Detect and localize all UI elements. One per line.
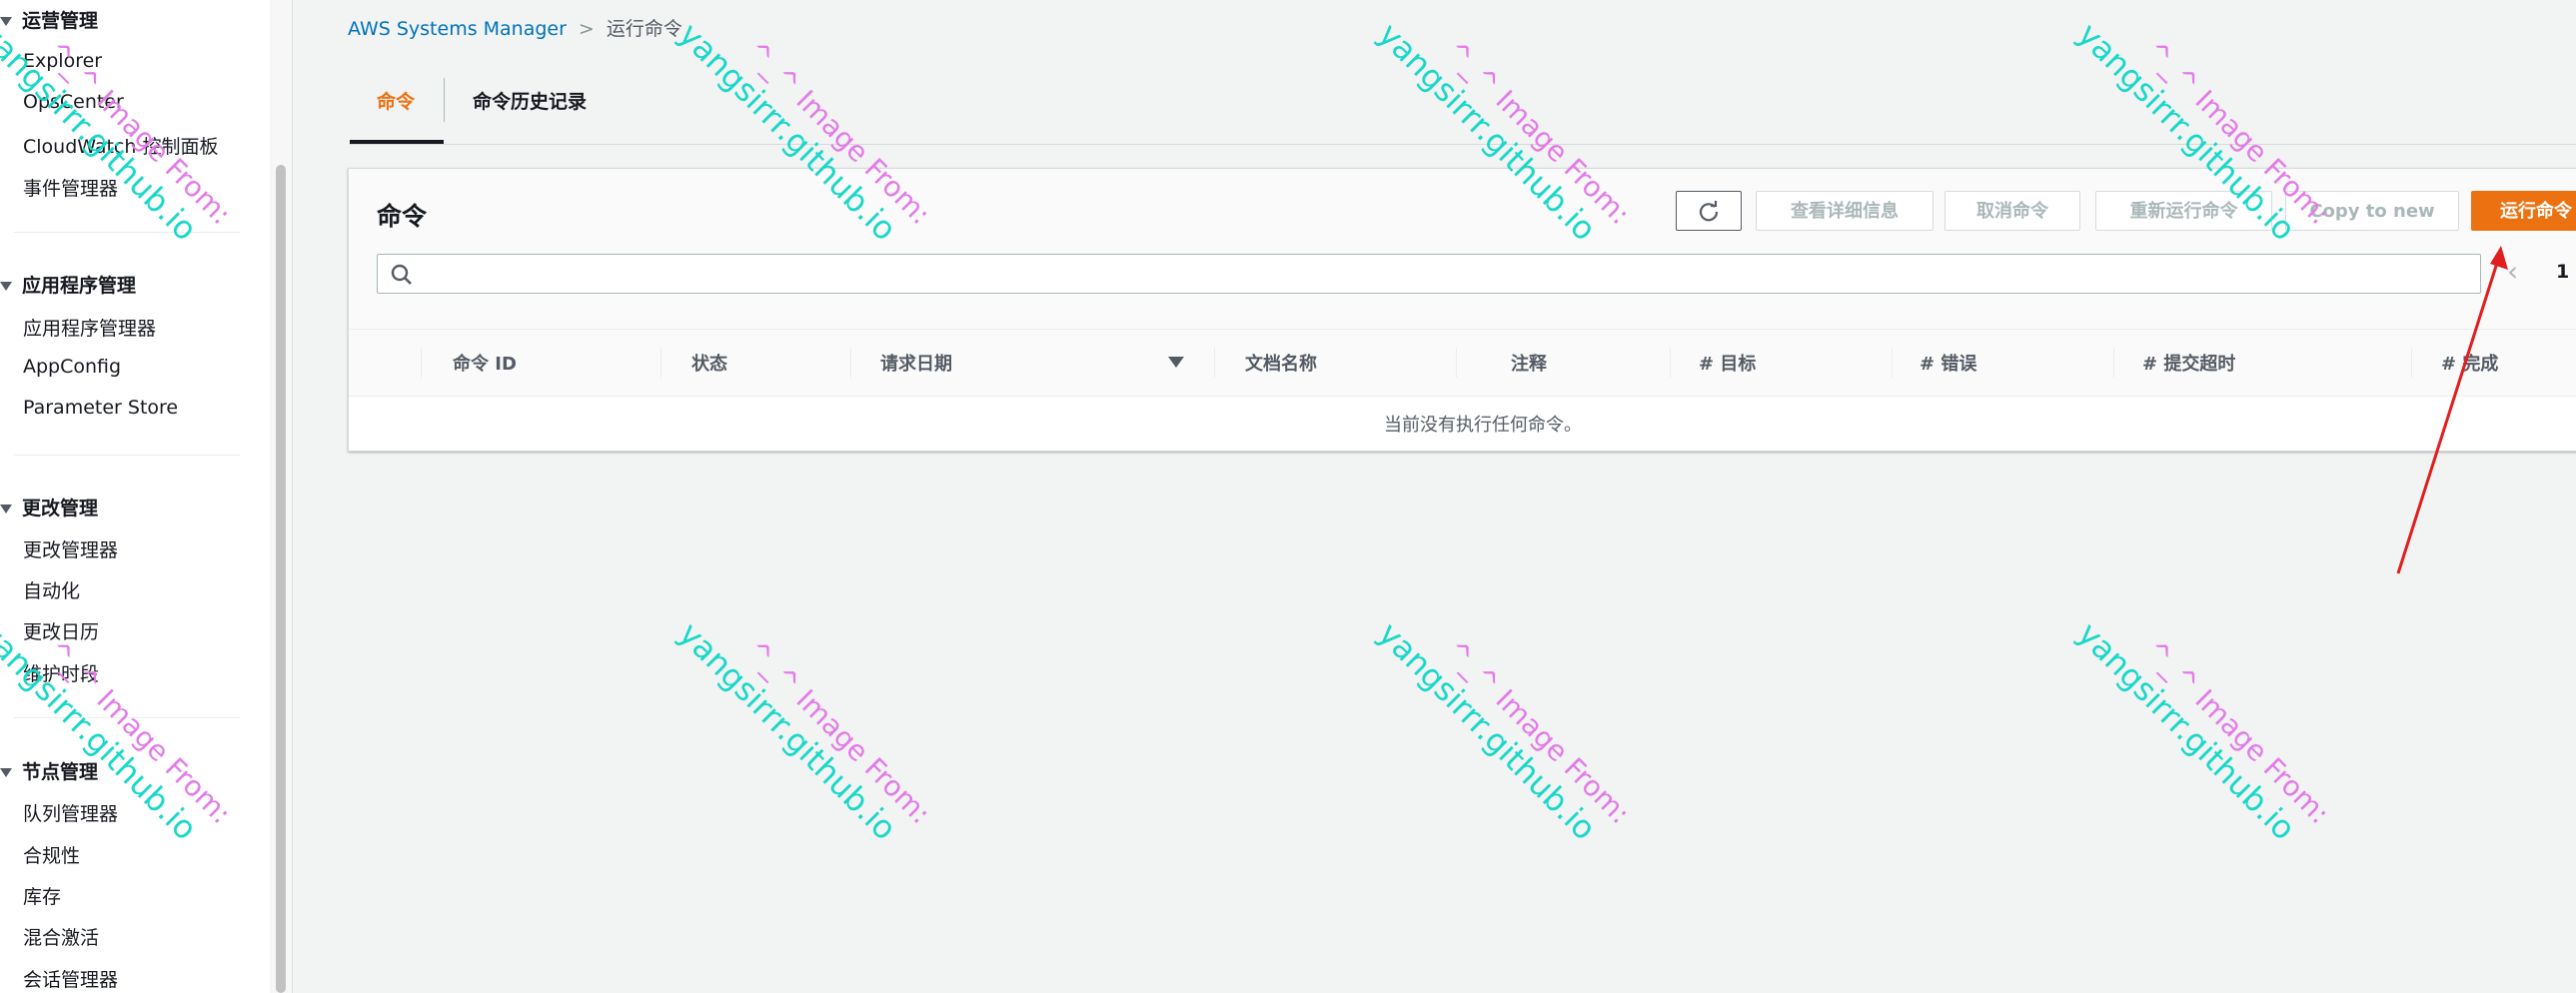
nav-group-title-node-management[interactable]: 节点管理	[0, 757, 98, 784]
sidebar-item-compliance[interactable]: 合规性	[23, 841, 80, 868]
nav-group-title-app-management[interactable]: 应用程序管理	[0, 271, 136, 298]
divider	[14, 232, 240, 233]
sidebar-scrollbar-thumb[interactable]	[276, 165, 286, 993]
commands-panel: 命令 查看详细信息 取消命令 重新运行命令 Copy to new 运行命令 ‹…	[348, 168, 2576, 452]
sidebar-item-parameter-store[interactable]: Parameter Store	[23, 397, 178, 419]
run-command-button[interactable]: 运行命令	[2471, 191, 2576, 231]
column-header-comment[interactable]: 注释	[1511, 350, 1547, 376]
pagination-prev-button[interactable]: ‹	[2507, 255, 2518, 288]
sidebar-item-automation[interactable]: 自动化	[23, 576, 80, 603]
tab-divider	[444, 78, 445, 122]
tab-commands[interactable]: 命令	[377, 72, 415, 144]
sidebar-item-inventory[interactable]: 库存	[23, 882, 61, 909]
breadcrumb-current: 运行命令	[606, 18, 682, 40]
column-divider	[2113, 348, 2114, 378]
nav-group-title-change-management[interactable]: 更改管理	[0, 494, 98, 520]
watermark: ^_^ Image From: yangsirrr.github.io	[670, 614, 937, 848]
sidebar-item-maintenance-windows[interactable]: 维护时段	[23, 659, 99, 686]
column-divider	[1214, 348, 1215, 378]
divider	[14, 717, 240, 718]
sidebar-item-cloudwatch-dashboard[interactable]: CloudWatch 控制面板	[23, 132, 218, 159]
divider	[14, 455, 240, 456]
caret-down-icon	[0, 17, 12, 26]
empty-state: 当前没有执行任何命令。	[349, 395, 2576, 451]
search-input[interactable]	[377, 254, 2481, 294]
sidebar-item-appconfig[interactable]: AppConfig	[23, 356, 121, 378]
sidebar-item-change-manager[interactable]: 更改管理器	[23, 535, 118, 562]
sort-descending-icon[interactable]	[1168, 357, 1184, 368]
sidebar-item-incident-manager[interactable]: 事件管理器	[23, 174, 118, 201]
column-header-targets[interactable]: # 目标	[1699, 350, 1756, 376]
search-icon	[391, 264, 412, 285]
column-header-document-name[interactable]: 文档名称	[1245, 350, 1317, 376]
caret-down-icon	[0, 768, 12, 777]
sidebar-item-application-manager[interactable]: 应用程序管理器	[23, 314, 156, 341]
column-header-delivery-timed-out[interactable]: # 提交超时	[2142, 350, 2235, 376]
view-details-button[interactable]: 查看详细信息	[1756, 191, 1933, 231]
caret-down-icon	[0, 504, 12, 513]
table-header: 命令 ID 状态 请求日期 文档名称 注释 # 目标 # 错误 # 提交超时 #…	[349, 329, 2576, 397]
sidebar-item-fleet-manager[interactable]: 队列管理器	[23, 799, 118, 826]
sidebar: 运营管理 Explorer OpsCenter CloudWatch 控制面板 …	[0, 0, 271, 993]
watermark: ^_^ Image From: yangsirrr.github.io	[2069, 614, 2336, 848]
column-header-command-id[interactable]: 命令 ID	[453, 350, 517, 376]
column-header-requested-date[interactable]: 请求日期	[880, 350, 952, 376]
sidebar-item-hybrid-activations[interactable]: 混合激活	[23, 923, 99, 950]
tab-command-history[interactable]: 命令历史记录	[473, 72, 587, 144]
refresh-icon	[1699, 201, 1719, 222]
tab-bar: 命令 命令历史记录	[350, 72, 2576, 145]
column-header-status[interactable]: 状态	[691, 350, 727, 376]
sidebar-item-session-manager[interactable]: 会话管理器	[23, 965, 118, 992]
pagination-current-page[interactable]: 1	[2556, 261, 2569, 283]
caret-down-icon	[0, 282, 12, 291]
column-divider	[850, 348, 851, 378]
watermark: ^_^ Image From: yangsirrr.github.io	[1370, 614, 1637, 848]
tab-active-indicator	[350, 140, 444, 144]
column-divider	[1892, 348, 1893, 378]
rerun-command-button[interactable]: 重新运行命令	[2095, 191, 2272, 231]
cancel-command-button[interactable]: 取消命令	[1944, 191, 2080, 231]
column-header-errors[interactable]: # 错误	[1920, 350, 1976, 376]
empty-state-message: 当前没有执行任何命令。	[1384, 415, 1582, 436]
column-divider	[1456, 348, 1457, 378]
column-divider	[2411, 348, 2412, 378]
column-divider	[421, 348, 422, 378]
refresh-button[interactable]	[1676, 191, 1742, 231]
chevron-right-icon: >	[578, 18, 595, 40]
panel-title: 命令	[377, 202, 428, 231]
column-divider	[660, 348, 661, 378]
sidebar-item-change-calendar[interactable]: 更改日历	[23, 617, 99, 644]
sidebar-item-explorer[interactable]: Explorer	[23, 50, 102, 72]
nav-group-title-operations[interactable]: 运营管理	[0, 6, 98, 33]
column-divider	[1670, 348, 1671, 378]
breadcrumb-systems-manager[interactable]: AWS Systems Manager	[348, 18, 567, 40]
breadcrumb: AWS Systems Manager > 运行命令	[348, 14, 682, 41]
sidebar-item-opscenter[interactable]: OpsCenter	[23, 91, 124, 113]
annotation-arrow-icon	[2396, 246, 2508, 574]
copy-to-new-button[interactable]: Copy to new	[2285, 191, 2459, 231]
column-header-completed[interactable]: # 完成	[2441, 350, 2498, 376]
